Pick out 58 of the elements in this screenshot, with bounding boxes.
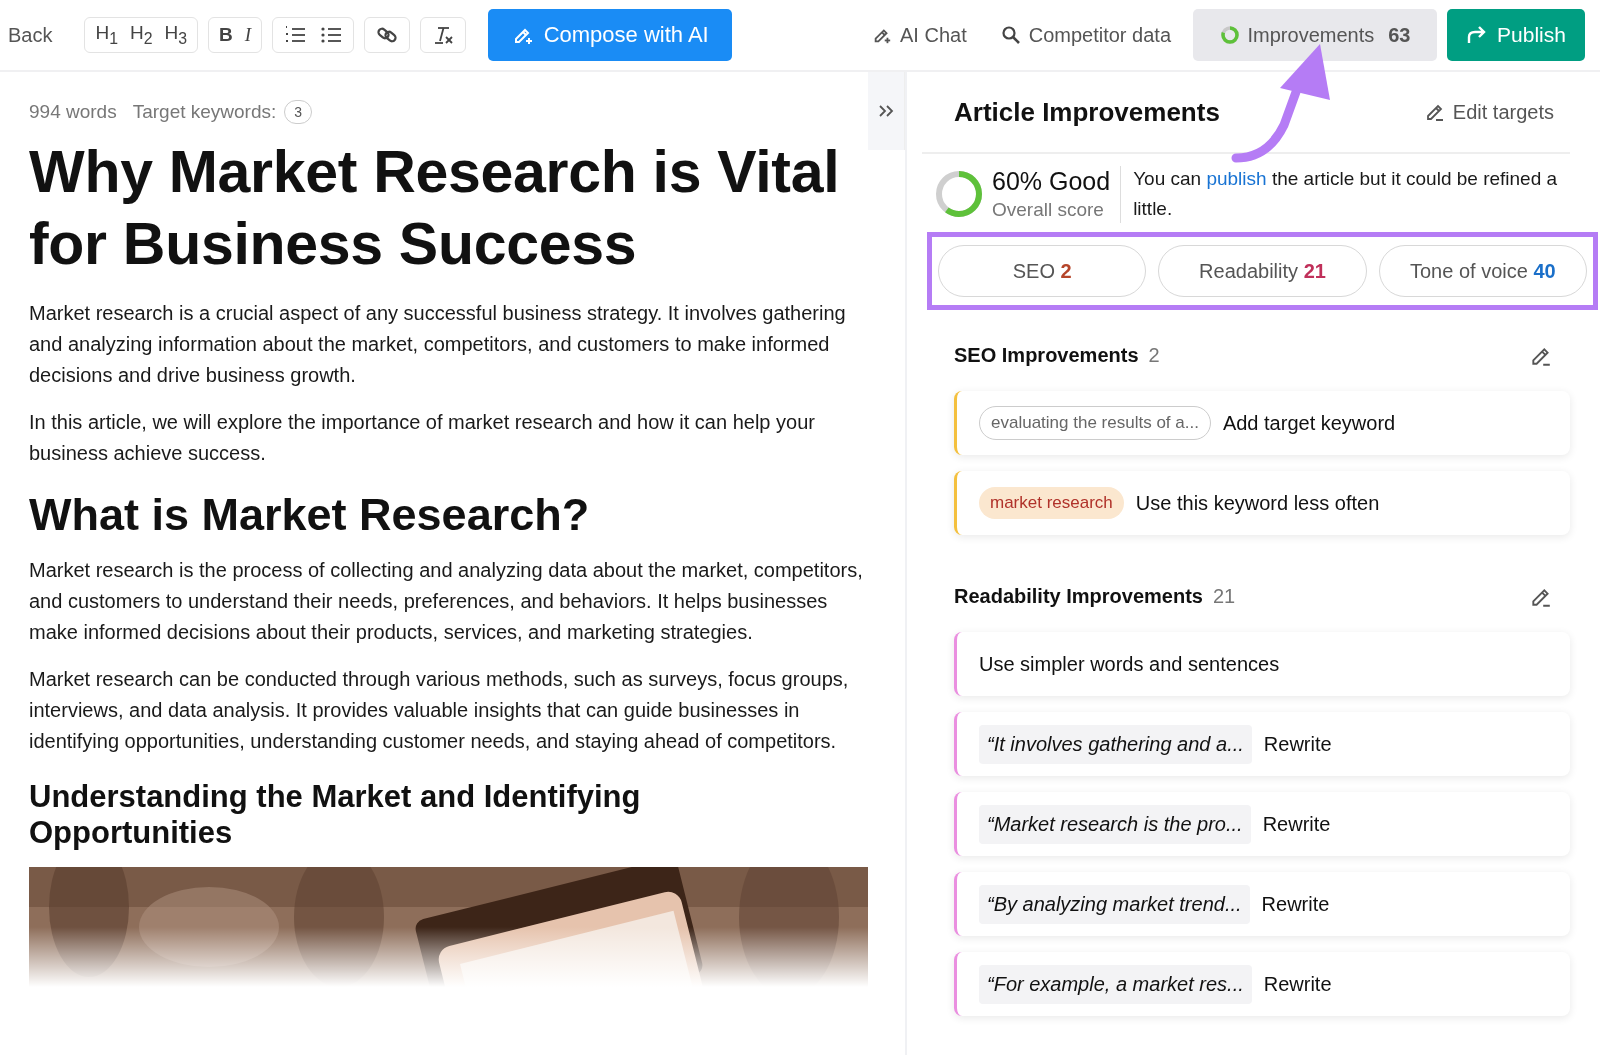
panel-title: Article Improvements [954, 99, 1221, 125]
back-button[interactable]: Back [6, 23, 75, 47]
score-caption: Overall score [992, 197, 1105, 222]
heading-button[interactable]: H$_{1}$ [91, 22, 122, 48]
category-tab[interactable]: Readability 21 [1158, 245, 1367, 297]
section-title: SEO Improvements [954, 344, 1139, 367]
improvement-card[interactable]: evaluating the results of a... Add target keyword [954, 391, 1570, 455]
paragraph: Market research is the process of collecting and analyzing data about the market, competitors, and customers to understand their needs, preferences, and behaviors. It helps businesses make informed decisions about their products, services, and marketing strategies. [29, 558, 864, 645]
section-count: 21 [1212, 585, 1236, 608]
improvement-text: Rewrite [1261, 892, 1330, 916]
improvements-button[interactable]: Improvements 63 [1193, 9, 1437, 61]
improvement-card[interactable]: Use simpler words and sentences [954, 632, 1570, 696]
heading-button[interactable]: H$_{3}$ [160, 22, 192, 48]
quote-snippet: “For example, a market res... [979, 964, 1252, 1004]
bold-button[interactable]: B [215, 24, 237, 46]
article-title: Why Market Research is Vital for Business Success [29, 138, 841, 279]
category-tab[interactable]: Tone of voice 40 [1378, 245, 1587, 297]
section-heading: What is Market Research? [29, 489, 591, 541]
improvement-text: Rewrite [1263, 732, 1332, 756]
ai-chat-button[interactable]: AI Chat [860, 23, 979, 47]
paragraph: Market research can be conducted through various methods, such as surveys, focus groups, interviews, and data analysis. It provides valuable insights that can guide businesses in identifying opportunities, understanding customer needs, and staying ahead of competitors. [29, 667, 850, 754]
italic-button[interactable]: I [240, 24, 256, 46]
numbered-list-icon[interactable] [284, 25, 307, 45]
quote-snippet: “It involves gathering and a... [979, 724, 1252, 764]
section-count: 2 [1148, 344, 1160, 367]
paragraph: Market research is a crucial aspect of any successful business strategy. It involves gathering and analyzing information about the market, competitors, and customers to make informed decisions and drive business growth. [29, 301, 847, 388]
score-value: 60% Good [992, 165, 1111, 197]
improvement-card[interactable]: “It involves gathering and a... Rewrite [954, 712, 1570, 776]
clear-format-icon[interactable] [432, 24, 455, 46]
score-message: You can publish the article but it could be refined a little. [1133, 167, 1559, 221]
section-title: Readability Improvements [954, 585, 1203, 608]
improvement-text: Use this keyword less often [1135, 491, 1380, 515]
heading-button[interactable]: H$_{2}$ [126, 22, 157, 48]
target-keywords-label: Target keywords: [132, 101, 277, 123]
quote-snippet: “Market research is the pro... [979, 804, 1251, 844]
improvement-card[interactable]: “For example, a market res... Rewrite [954, 952, 1570, 1016]
improvement-text: Rewrite [1263, 972, 1332, 996]
improvement-text: Add target keyword [1222, 411, 1396, 435]
improvement-card[interactable]: market research Use this keyword less often [954, 471, 1570, 535]
subsection-heading: Understanding the Market and Identifying Opportunities [29, 779, 642, 851]
word-count: 994 words [29, 101, 117, 123]
competitor-data-button[interactable]: Competitor data [988, 23, 1183, 47]
improvement-card[interactable]: “Market research is the pro... Rewrite [954, 792, 1570, 856]
search-icon [1000, 25, 1021, 45]
pencil-icon [1424, 102, 1445, 122]
paragraph: In this article, we will explore the importance of market research and how it can help your business achieve success. [29, 410, 816, 466]
progress-ring-icon [1219, 25, 1240, 45]
category-tab[interactable]: SEO 2 [938, 245, 1147, 297]
publish-link[interactable]: publish [1206, 168, 1267, 189]
improvement-text: Rewrite [1262, 812, 1331, 836]
improvement-card[interactable]: “By analyzing market trend... Rewrite [954, 872, 1570, 936]
score-ring [934, 169, 984, 219]
bullet-list-icon[interactable] [320, 25, 343, 45]
quote-snippet: “By analyzing market trend... [979, 884, 1250, 924]
keyword-tag: market research [979, 487, 1124, 519]
improvement-text: Use simpler words and sentences [979, 652, 1280, 676]
edit-targets-button[interactable]: Edit targets [1412, 100, 1570, 124]
double-chevron-icon [878, 104, 894, 118]
